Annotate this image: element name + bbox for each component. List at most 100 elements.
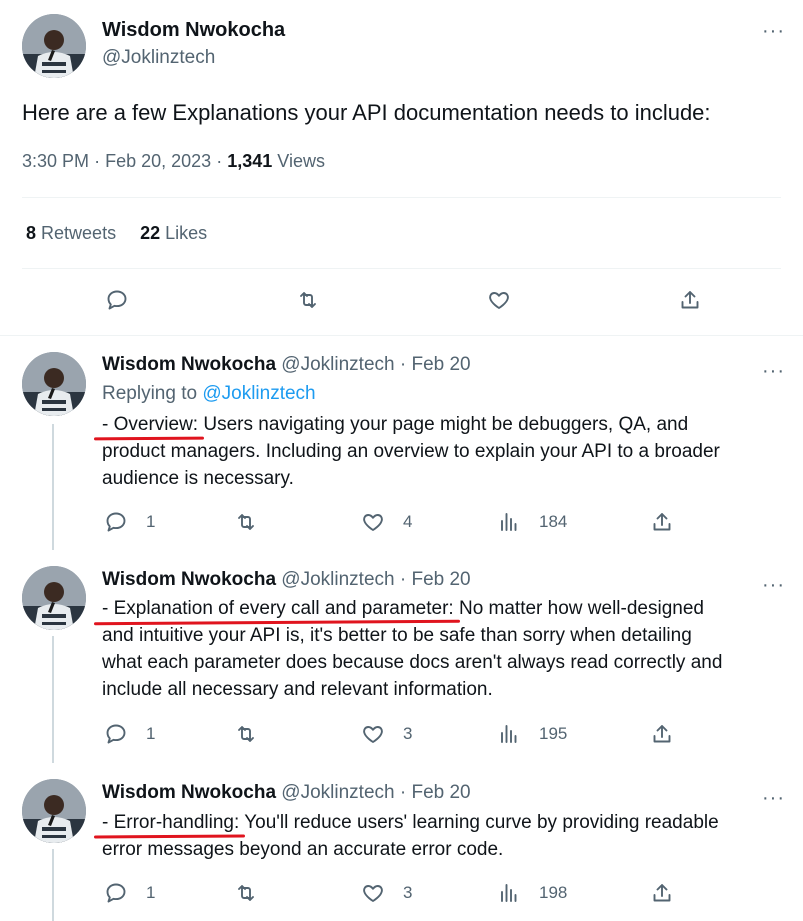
reply-header: Wisdom Nwokocha @Joklinztech · Feb 20	[102, 569, 471, 591]
share-icon	[653, 513, 671, 531]
reply-text-line: what each parameter does because docs ar…	[102, 652, 723, 673]
reply-author-handle[interactable]: @Joklinztech	[281, 354, 394, 375]
reply-tweet: Wisdom Nwokocha @Joklinztech · Feb 20 ··…	[0, 763, 803, 921]
reply-header: Wisdom Nwokocha @Joklinztech · Feb 20	[102, 354, 471, 376]
author-handle[interactable]: @Joklinztech	[102, 47, 215, 69]
underlined-heading: - Overview:	[102, 414, 199, 435]
avatar-photo-icon	[22, 779, 86, 843]
reply-text-line: error messages beyond an accurate error …	[102, 839, 504, 860]
more-icon[interactable]: ···	[762, 361, 785, 381]
tweet-time[interactable]: 3:30 PM	[22, 151, 89, 171]
reply-date[interactable]: Feb 20	[411, 354, 470, 375]
underlined-heading: - Error-handling:	[102, 812, 240, 833]
heart-icon	[363, 885, 383, 902]
views-count: 1,341	[227, 151, 273, 171]
reply-text-line: No matter how well-designed	[453, 598, 704, 619]
views-chart-icon	[501, 725, 517, 743]
header-separator: ·	[399, 569, 407, 590]
reply-icon	[107, 290, 127, 310]
reply-text-line: You'll reduce users' learning curve by p…	[239, 812, 719, 833]
reply-icon	[106, 724, 126, 744]
retweet-icon	[238, 514, 254, 530]
like-count: 4	[403, 512, 413, 531]
replying-prefix: Replying to	[102, 383, 198, 404]
reply-author-name[interactable]: Wisdom Nwokocha	[102, 354, 276, 375]
reply-header: Wisdom Nwokocha @Joklinztech · Feb 20	[102, 782, 471, 804]
views-button[interactable]: 198	[497, 881, 567, 905]
reply-text-line: Users navigating your page might be debu…	[198, 414, 689, 435]
reply-button[interactable]: 1	[104, 510, 155, 534]
share-icon	[653, 725, 671, 743]
tweet-meta: 3:30 PM · Feb 20, 2023 · 1,341 Views	[22, 151, 325, 172]
more-icon[interactable]: ···	[762, 788, 785, 808]
reply-text-line: and intuitive your API is, it's better t…	[102, 625, 692, 646]
share-icon	[653, 884, 671, 902]
divider	[22, 197, 781, 198]
replying-to: Replying to @Joklinztech	[102, 383, 316, 405]
replying-handle-link[interactable]: @Joklinztech	[202, 383, 315, 404]
views-label: Views	[277, 151, 325, 171]
retweet-button[interactable]	[234, 881, 276, 905]
meta-separator: ·	[216, 151, 223, 171]
retweets-count: 8	[26, 223, 37, 243]
retweet-button[interactable]	[296, 288, 320, 312]
reply-author-avatar[interactable]	[22, 779, 86, 843]
thread-line	[52, 636, 54, 763]
reply-count: 1	[146, 512, 156, 531]
views-button[interactable]: 195	[497, 722, 567, 746]
underlined-heading: - Explanation of every call and paramete…	[102, 598, 454, 619]
reply-date[interactable]: Feb 20	[411, 782, 470, 803]
reply-author-name[interactable]: Wisdom Nwokocha	[102, 782, 276, 803]
like-button[interactable]	[487, 288, 511, 312]
retweet-icon	[300, 292, 316, 308]
reply-author-avatar[interactable]	[22, 352, 86, 416]
retweet-button[interactable]	[234, 722, 276, 746]
main-action-bar	[0, 280, 803, 320]
like-button[interactable]: 4	[361, 510, 412, 534]
reply-text: - Explanation of every call and paramete…	[102, 595, 792, 703]
share-button[interactable]	[650, 722, 674, 746]
like-button[interactable]: 3	[361, 722, 412, 746]
reply-date[interactable]: Feb 20	[411, 569, 470, 590]
author-name[interactable]: Wisdom Nwokocha	[102, 19, 285, 42]
reply-author-handle[interactable]: @Joklinztech	[281, 782, 394, 803]
reply-button[interactable]: 1	[104, 881, 155, 905]
avatar-photo-icon	[22, 352, 86, 416]
reply-icon	[106, 883, 126, 903]
more-icon[interactable]: ···	[762, 21, 785, 41]
share-button[interactable]	[678, 288, 702, 312]
heart-icon	[363, 726, 383, 743]
like-count: 3	[403, 883, 413, 902]
likes-label: Likes	[165, 223, 208, 243]
heart-icon	[363, 514, 383, 531]
reply-button[interactable]: 1	[104, 722, 155, 746]
view-count: 198	[539, 883, 568, 902]
reply-button[interactable]	[105, 288, 129, 312]
reply-author-name[interactable]: Wisdom Nwokocha	[102, 569, 276, 590]
share-button[interactable]	[650, 510, 674, 534]
more-icon[interactable]: ···	[762, 575, 785, 595]
author-avatar[interactable]	[22, 14, 86, 78]
share-button[interactable]	[650, 881, 674, 905]
likes-stat[interactable]: 22 Likes	[140, 223, 207, 243]
retweet-icon	[238, 726, 254, 742]
likes-count: 22	[140, 223, 161, 243]
retweets-label: Retweets	[41, 223, 117, 243]
thread-line	[52, 849, 54, 921]
retweet-button[interactable]	[234, 510, 276, 534]
views-button[interactable]: 184	[497, 510, 567, 534]
reply-text-line: audience is necessary.	[102, 468, 294, 489]
reply-text: - Overview: Users navigating your page m…	[102, 411, 792, 492]
like-count: 3	[403, 724, 413, 743]
like-button[interactable]: 3	[361, 881, 412, 905]
meta-separator: ·	[94, 151, 101, 171]
reply-author-avatar[interactable]	[22, 566, 86, 630]
heart-icon	[489, 292, 509, 309]
main-tweet: Wisdom Nwokocha @Joklinztech ··· Here ar…	[0, 0, 803, 336]
reply-author-handle[interactable]: @Joklinztech	[281, 569, 394, 590]
thread-line	[52, 424, 54, 550]
tweet-text: Here are a few Explanations your API doc…	[22, 100, 711, 125]
tweet-date[interactable]: Feb 20, 2023	[105, 151, 211, 171]
reply-icon	[106, 512, 126, 532]
retweets-stat[interactable]: 8 Retweets	[26, 223, 116, 243]
